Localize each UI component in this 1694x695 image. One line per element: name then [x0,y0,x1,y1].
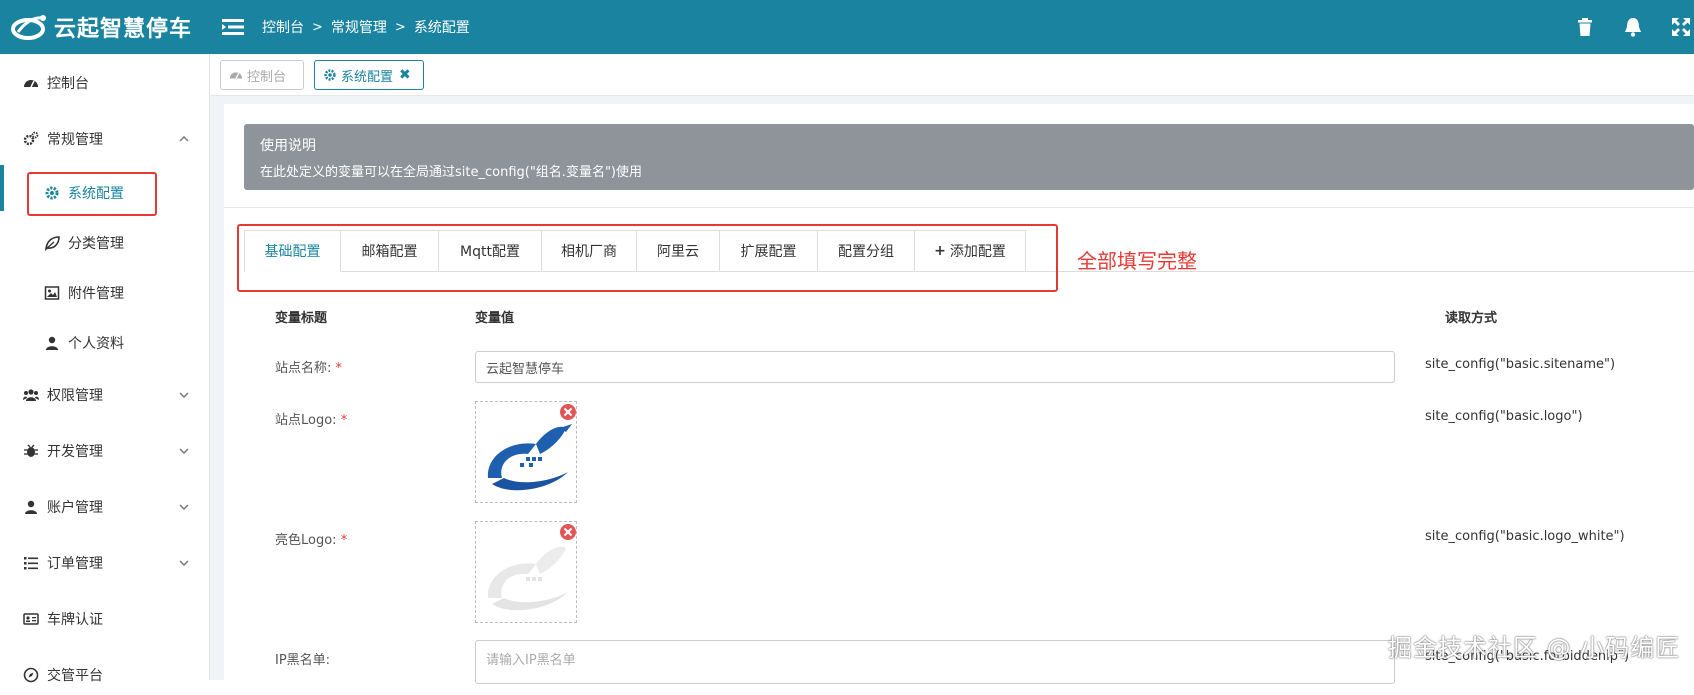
column-header-value: 变量值 [475,311,515,326]
bell-icon[interactable] [1622,16,1644,38]
chevron-up-icon [179,136,189,142]
usage-notice: 使用说明 在此处定义的变量可以在全局通过site_config("组名.变量名"… [244,124,1694,190]
sidebar-item-profile[interactable]: 个人资料 [0,323,210,363]
bug-icon [24,444,38,457]
user-icon [25,500,37,514]
logo-white-image [487,546,568,611]
close-icon[interactable]: ✖ [399,67,411,83]
sidebar-item-label: 分类管理 [68,236,124,252]
forbiddenip-textarea[interactable]: 请输入IP黑名单 [475,640,1395,684]
image-icon [44,286,60,300]
brand-name: 云起智慧停车 [54,17,193,42]
brand[interactable]: 云起智慧停车 [10,0,192,54]
breadcrumb-item-dashboard[interactable]: 控制台 [262,17,304,37]
field-label-forbiddenip: IP黑名单: [275,653,331,668]
chevron-down-icon [179,392,189,398]
field-label-sitename: 站点名称: * [275,361,343,376]
sidebar-item-label: 账户管理 [47,500,103,516]
brand-logo-icon [11,15,46,40]
top-navbar: 云起智慧停车 控制台 > 常规管理 > 系统配置 [0,0,1694,54]
page-tabs-bar: 控制台 系统配置 ✖ [210,54,1694,96]
sitename-input[interactable]: 云起智慧停车 [475,351,1395,383]
sidebar-item-label: 车牌认证 [47,612,103,628]
remove-icon[interactable] [559,403,577,421]
breadcrumb: 控制台 > 常规管理 > 系统配置 [262,0,470,54]
logo-white-upload[interactable] [475,521,577,623]
sidebar-item-label: 个人资料 [68,336,124,352]
gear-icon [324,69,336,81]
group-icon [23,389,39,401]
header-actions [1574,0,1694,54]
page-tab-label: 系统配置 [341,69,394,85]
sidebar-item-category[interactable]: 分类管理 [0,223,210,263]
dashboard-icon [24,80,38,88]
compass-icon [23,667,39,683]
sidebar-highlight-box [27,172,157,216]
annotation-text: 全部填写完整 [1077,249,1197,273]
column-header-read: 读取方式 [1445,311,1498,326]
cogs-icon [23,131,39,146]
read-method-logo: site_config("basic.logo") [1425,409,1583,424]
sidebar-item-traffic[interactable]: 交管平台 [0,655,210,695]
sidebar-item-order[interactable]: 订单管理 [0,543,210,583]
remove-icon[interactable] [559,523,577,541]
sidebar-item-account[interactable]: 账户管理 [0,487,210,527]
field-label-logo: 站点Logo: * [275,413,348,428]
breadcrumb-separator: > [312,19,323,35]
dashboard-icon [229,72,243,79]
menu-toggle-icon[interactable] [222,18,244,36]
notice-title: 使用说明 [260,138,316,154]
sidebar-item-label: 常规管理 [47,132,103,148]
breadcrumb-item-system-config: 系统配置 [413,20,470,36]
tabs-highlight-box [237,224,1058,292]
page-tab-dashboard[interactable]: 控制台 [220,60,304,90]
config-panel [224,104,1694,680]
column-header-title: 变量标题 [275,311,328,326]
page-tab-label: 控制台 [247,69,287,85]
read-method-logo-white: site_config("basic.logo_white") [1425,529,1625,544]
sidebar-item-label: 控制台 [47,76,89,92]
sidebar-item-plate[interactable]: 车牌认证 [0,599,210,639]
leaf-icon [44,236,60,251]
sidebar-item-dashboard[interactable]: 控制台 [0,63,210,103]
sidebar-item-label: 开发管理 [47,444,103,460]
field-label-logo-white: 亮色Logo: * [275,533,348,548]
read-method-sitename: site_config("basic.sitename") [1425,357,1616,372]
logo-image [487,424,572,491]
trash-icon[interactable] [1574,16,1596,38]
watermark: 掘金技术社区 @ 小码编匠 [1388,634,1681,662]
sidebar-item-permission[interactable]: 权限管理 [0,375,210,415]
chevron-down-icon [179,504,189,510]
sidebar-item-attachment[interactable]: 附件管理 [0,273,210,313]
chevron-down-icon [179,560,189,566]
sidebar-item-label: 权限管理 [47,388,103,404]
sidebar-item-label: 交管平台 [47,668,103,684]
breadcrumb-item-general[interactable]: 常规管理 [331,17,387,37]
user-icon [46,336,58,350]
page-tab-system-config[interactable]: 系统配置 ✖ [314,60,424,90]
id-card-icon [23,613,39,625]
sidebar: 控制台 常规管理 系统配置 分类管理 附件管理 个人资料 权限管理 开发管理 账… [0,54,210,684]
logo-upload[interactable] [475,401,577,503]
list-icon [24,557,38,570]
fullscreen-icon[interactable] [1670,16,1692,38]
sidebar-item-label: 订单管理 [47,556,103,572]
sidebar-item-general[interactable]: 常规管理 [0,119,210,159]
sidebar-item-develop[interactable]: 开发管理 [0,431,210,471]
breadcrumb-separator: > [394,19,406,35]
chevron-down-icon [179,448,189,454]
notice-description: 在此处定义的变量可以在全局通过site_config("组名.变量名")使用 [260,165,642,180]
divider [224,207,1694,208]
sidebar-item-label: 附件管理 [68,286,124,302]
